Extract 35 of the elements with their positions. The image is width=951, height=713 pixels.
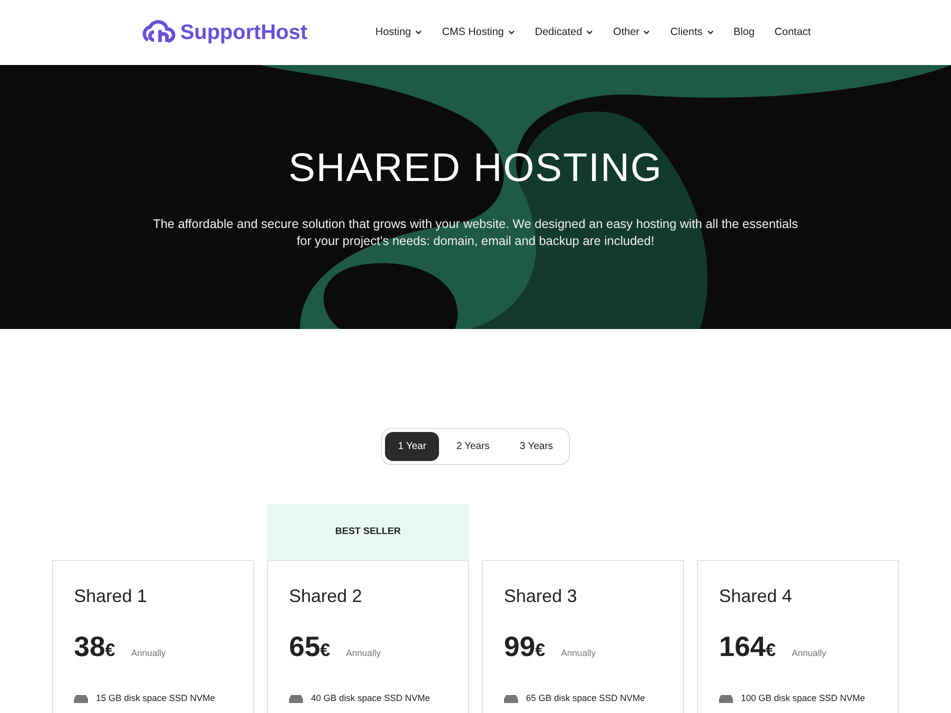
- plan-price: 164€: [719, 630, 776, 664]
- chevron-down-icon[interactable]: [508, 30, 515, 35]
- plan-price: 99€: [504, 630, 546, 664]
- billing-period: Annually: [346, 647, 381, 660]
- plan-name: Shared 2: [289, 585, 364, 608]
- plan-name: Shared 4: [719, 585, 794, 608]
- brand-name[interactable]: SupportHost: [180, 16, 308, 48]
- chevron-down-icon[interactable]: [586, 30, 594, 35]
- nav-link[interactable]: Hosting: [375, 24, 412, 40]
- plan-feature: 15 GB disk space SSD NVMe: [96, 692, 216, 705]
- plan-name: Shared 3: [504, 585, 578, 608]
- hero-title: SHARED HOSTING: [288, 144, 663, 192]
- billing-period: Annually: [131, 647, 166, 660]
- plan-price: 38€: [74, 630, 116, 664]
- chevron-down-icon[interactable]: [415, 30, 422, 35]
- billing-period: Annually: [792, 647, 826, 660]
- plan-feature: 40 GB disk space SSD NVMe: [311, 692, 430, 705]
- billing-period: Annually: [561, 647, 596, 660]
- plan-feature: 100 GB disk space SSD NVMe: [741, 692, 866, 705]
- best-seller-ribbon: BEST SELLER: [267, 504, 469, 560]
- nav-link[interactable]: Blog: [734, 24, 755, 40]
- period-tab[interactable]: 1 Year: [384, 432, 440, 461]
- period-tab[interactable]: 2 Years: [443, 432, 503, 461]
- chevron-down-icon[interactable]: [706, 30, 714, 35]
- nav-link[interactable]: CMS Hosting: [442, 24, 504, 40]
- nav-link[interactable]: Other: [613, 24, 640, 40]
- plan-price: 65€: [289, 630, 330, 664]
- plan-feature: 65 GB disk space SSD NVMe: [526, 692, 646, 705]
- nav-link[interactable]: Dedicated: [534, 24, 582, 40]
- nav-link[interactable]: Contact: [774, 24, 811, 40]
- period-tab[interactable]: 3 Years: [506, 432, 566, 461]
- chevron-down-icon[interactable]: [643, 30, 650, 35]
- hero-text: The affordable and secure solution that grows with your website. We designed an easy hosting with all the essentials for your project’s needs: domain, email and backup are included!: [152, 216, 800, 250]
- nav-link[interactable]: Clients: [670, 24, 703, 40]
- plan-name: Shared 1: [74, 585, 148, 608]
